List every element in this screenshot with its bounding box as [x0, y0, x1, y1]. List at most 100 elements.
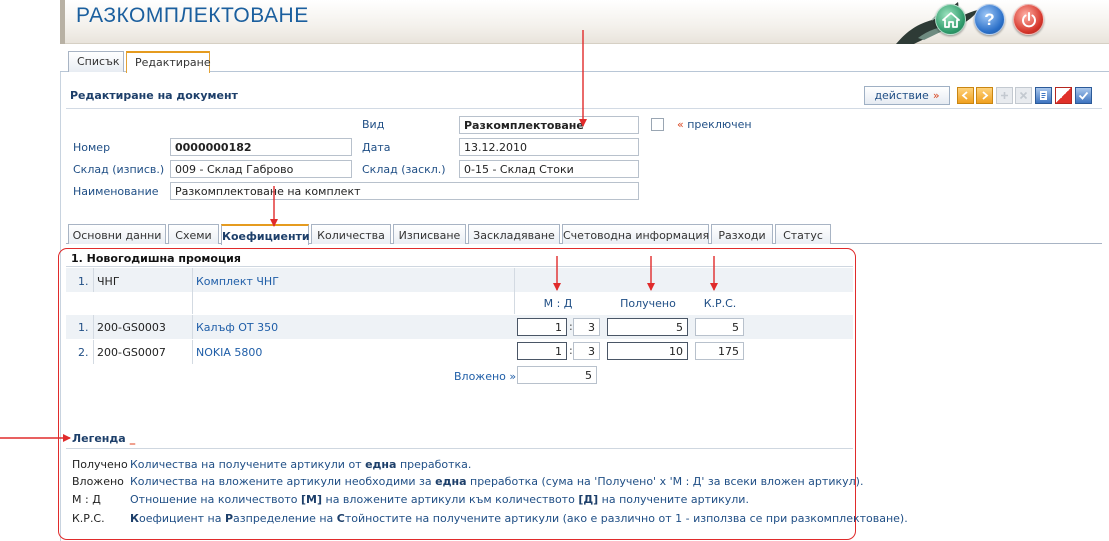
power-button[interactable] [1013, 4, 1044, 35]
name-label: Наименование [73, 185, 159, 198]
row-number: 1. [78, 321, 89, 334]
app-title: РАЗКОМПЛЕКТОВАНЕ [76, 4, 309, 27]
inserted-total-field: 5 [517, 366, 597, 384]
m-ratio-input[interactable]: 1 [517, 318, 567, 336]
tab-list[interactable]: Списък [68, 51, 124, 72]
add-icon [1001, 92, 1008, 99]
column-separator [192, 340, 193, 364]
switched-prefix: « [677, 118, 684, 131]
warehouse-in-field[interactable]: 0-15 - Склад Стоки [459, 160, 639, 178]
action-arrow: » [932, 89, 940, 102]
section-divider [66, 266, 853, 267]
legend-term: К.Р.С. [72, 512, 105, 525]
legend-description: Количества на получените артикули от едн… [130, 458, 472, 471]
column-separator [93, 268, 94, 292]
krs-input[interactable]: 175 [695, 342, 744, 360]
warehouse-in-label: Склад (заскл.) [362, 163, 446, 176]
legend-divider [66, 448, 853, 449]
action-label: действие [874, 89, 929, 102]
switched-text: преключен [687, 118, 752, 131]
tab-accounting[interactable]: Счетоводна информация [562, 224, 709, 244]
row-number: 2. [78, 346, 89, 359]
arrow-right-icon [982, 91, 989, 100]
tab-expenses[interactable]: Разходи [711, 224, 773, 244]
tab-coefficients[interactable]: Коефициенти [221, 224, 310, 245]
date-label: Дата [362, 141, 391, 154]
print-button[interactable] [1035, 87, 1052, 104]
arrow-left-icon [961, 91, 968, 100]
add-button[interactable] [996, 87, 1013, 104]
date-field[interactable]: 13.12.2010 [459, 138, 639, 156]
kit-code: ЧНГ [97, 275, 120, 288]
krs-input[interactable]: 5 [695, 318, 744, 336]
legend-term: М : Д [72, 493, 101, 506]
legend-title: Легенда _ [72, 432, 135, 445]
d-ratio-input[interactable]: 3 [573, 318, 600, 336]
home-icon [941, 11, 960, 28]
column-separator [192, 292, 193, 314]
column-separator [192, 268, 193, 292]
help-label: ? [984, 9, 995, 29]
row-name-link[interactable]: NOKIA 5800 [196, 346, 262, 359]
help-button[interactable]: ? [974, 4, 1005, 35]
header-strip [60, 0, 65, 44]
tab-storing[interactable]: Заскладяване [468, 224, 560, 244]
delete-icon [1019, 91, 1028, 100]
number-field[interactable]: 0000000182 [170, 138, 352, 156]
d-ratio-input[interactable]: 3 [573, 342, 600, 360]
m-ratio-input[interactable]: 1 [517, 342, 567, 360]
tab-schemes[interactable]: Схеми [168, 224, 219, 244]
row-code: 200-GS0003 [97, 321, 166, 334]
row-name-link[interactable]: Калъф ОТ 350 [196, 321, 278, 334]
power-icon [1021, 11, 1036, 27]
kit-row [66, 268, 853, 292]
legend-title-text: Легенда [72, 432, 126, 445]
panel-title: Редактиране на документ [70, 89, 238, 102]
type-label: Вид [362, 118, 385, 131]
tab-edit[interactable]: Редактиране [126, 51, 211, 73]
print-icon [1040, 91, 1047, 100]
warehouse-out-field[interactable]: 009 - Склад Габрово [170, 160, 352, 178]
prev-button[interactable] [957, 87, 974, 104]
next-button[interactable] [976, 87, 993, 104]
column-separator [514, 292, 515, 314]
confirm-icon [1078, 91, 1089, 100]
row-code: 200-GS0007 [97, 346, 166, 359]
type-field[interactable]: Разкомплектоване [459, 116, 639, 134]
cancel-button[interactable] [1055, 87, 1072, 104]
legend-term: Получено [72, 458, 128, 471]
panel-title-divider [66, 108, 1102, 109]
tab-status[interactable]: Статус [775, 224, 831, 244]
inserted-label: Вложено » [454, 370, 517, 383]
tab-basic-data[interactable]: Основни данни [68, 224, 166, 244]
krs-column-header: К.Р.С. [703, 297, 737, 310]
kit-number: 1. [78, 275, 89, 288]
action-button[interactable]: действие» [864, 86, 950, 105]
section-title: 1. Новогодишна промоция [71, 252, 241, 265]
tab-quantities[interactable]: Количества [311, 224, 391, 244]
md-column-header: М : Д [543, 297, 573, 310]
legend-marker: _ [129, 432, 136, 445]
home-button[interactable] [935, 4, 966, 35]
column-separator [93, 340, 94, 364]
legend-description: Количества на вложените артикули необход… [130, 475, 864, 488]
switched-checkbox[interactable] [651, 118, 664, 131]
received-input[interactable]: 10 [607, 342, 688, 360]
tab-write-off[interactable]: Изписване [393, 224, 466, 244]
received-column-header: Получено [620, 297, 676, 310]
kit-name-link[interactable]: Комплект ЧНГ [196, 275, 279, 288]
column-separator [514, 268, 515, 292]
legend-description: Коефициент на Разпределение на Стойности… [130, 512, 908, 525]
name-field[interactable]: Разкомплектоване на комплект [170, 182, 639, 200]
received-input[interactable]: 5 [607, 318, 688, 336]
column-separator [93, 315, 94, 339]
confirm-button[interactable] [1075, 87, 1092, 104]
number-label: Номер [73, 141, 111, 154]
column-separator [192, 315, 193, 339]
warehouse-out-label: Склад (изписв.) [73, 163, 165, 176]
legend-description: Отношение на количеството [М] на вложени… [130, 493, 749, 506]
switched-label: « преключен [677, 118, 752, 131]
delete-button[interactable] [1015, 87, 1032, 104]
legend-term: Вложено [72, 475, 124, 488]
cancel-icon [1059, 91, 1068, 100]
